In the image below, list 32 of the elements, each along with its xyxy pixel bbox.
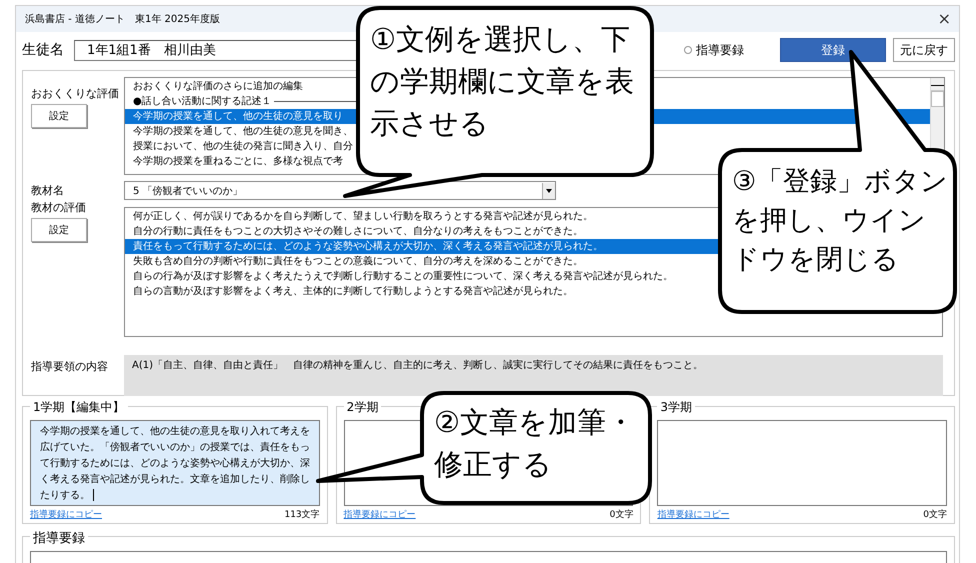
- section-label: おおくくりな評価: [31, 86, 120, 101]
- text-area[interactable]: [657, 420, 948, 506]
- window-title: 浜島書店 - 道徳ノート 東1年 2025年度版: [25, 12, 220, 26]
- section-title: 指導要録: [30, 529, 88, 547]
- field-label: 生徒名: [22, 41, 64, 59]
- list-item[interactable]: 今学期の授業を重ねるごとに、多様な視点で考: [133, 154, 343, 169]
- settings-button[interactable]: 設定: [31, 218, 87, 242]
- field-label: 教材名: [31, 183, 65, 198]
- guideline-text: A(1)「自主、自律、自由と責任」 自律の精神を重んじ、自主的に考え、判断し、誠実に実行してその結果に責任をもつこと。: [124, 355, 943, 396]
- character-count: 113文字: [284, 508, 320, 520]
- text-area[interactable]: 今学期の授業を通して、他の生徒の意見を取り入れて考えを広げていた。「傍観者でいいのか」の授業では、責任をもって行動するためには、どのような姿勢や心構えが大切か、深く考える発言や記述が見られた。文章を追加したり、削除したりする。: [30, 420, 320, 506]
- section-label: 指導要領の内容: [31, 359, 109, 374]
- list-item[interactable]: 授業において、他の生徒の発言に聞き入り、自分: [133, 139, 353, 154]
- list-item[interactable]: 今学期の授業を通して、他の生徒の意見を聞き、: [133, 124, 353, 139]
- copy-link[interactable]: 指導要録にコピー: [657, 508, 730, 520]
- text-cursor: [93, 489, 94, 502]
- radio-label[interactable]: 指導要録: [696, 42, 744, 58]
- list-item[interactable]: 自らの言動が及ぼす影響をよく考え、主体的に判断して行動しようとする発言や記述が見られた。: [133, 284, 573, 299]
- list-item[interactable]: おおくくりな評価のさらに追加の編集: [133, 79, 303, 94]
- copy-link[interactable]: 指導要録にコピー: [344, 508, 416, 520]
- list-item[interactable]: 何が正しく、何が誤りであるかを自ら判断して、望ましい行動を取ろうとする発言や記述が見られた。: [133, 209, 593, 224]
- copy-link[interactable]: 指導要録にコピー: [30, 508, 102, 520]
- list-item[interactable]: 失敗も含め自分の判断や行動に責任をもつことの意義について、自分の考えを深めることができた。: [133, 254, 583, 269]
- radio-button[interactable]: [684, 46, 692, 54]
- list-item[interactable]: 自らの行為が及ぼす影響をよく考えたうえで判断し行動することの重要性について、深く考える発言や記述が見られた。: [133, 269, 673, 284]
- character-count: 0文字: [923, 508, 948, 520]
- settings-button[interactable]: 設定: [31, 104, 87, 128]
- character-count: 0文字: [610, 508, 634, 520]
- close-button[interactable]: ×: [938, 11, 951, 27]
- list-item[interactable]: 自分の行動に責任をもつことの大切さやその難しさについて、自分なりの考えをもつことができた。: [133, 224, 583, 239]
- section-label: 教材の評価: [31, 200, 87, 215]
- list-item[interactable]: ●話し合い活動に関する記述１: [133, 94, 272, 109]
